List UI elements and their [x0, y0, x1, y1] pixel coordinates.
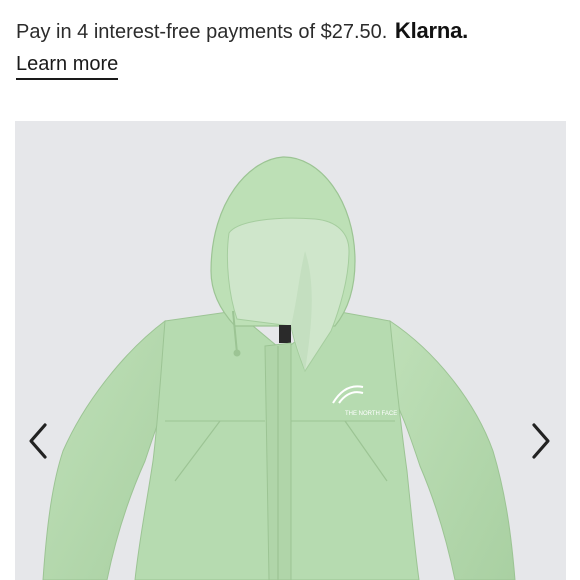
chevron-left-icon	[29, 423, 47, 459]
promo-message: Pay in 4 interest-free payments of $27.5…	[16, 21, 388, 43]
chevron-right-icon	[532, 423, 550, 459]
product-image-jacket: THE NORTH FACE	[42, 156, 516, 580]
next-image-button[interactable]	[521, 417, 561, 465]
previous-image-button[interactable]	[18, 417, 58, 465]
svg-text:THE NORTH FACE: THE NORTH FACE	[345, 411, 397, 417]
learn-more-link[interactable]: Learn more	[16, 51, 119, 80]
klarna-logo: Klarna.	[394, 18, 469, 43]
klarna-promo: Pay in 4 interest-free payments of $27.5…	[16, 16, 468, 47]
product-image-gallery: THE NORTH FACE	[15, 121, 566, 580]
